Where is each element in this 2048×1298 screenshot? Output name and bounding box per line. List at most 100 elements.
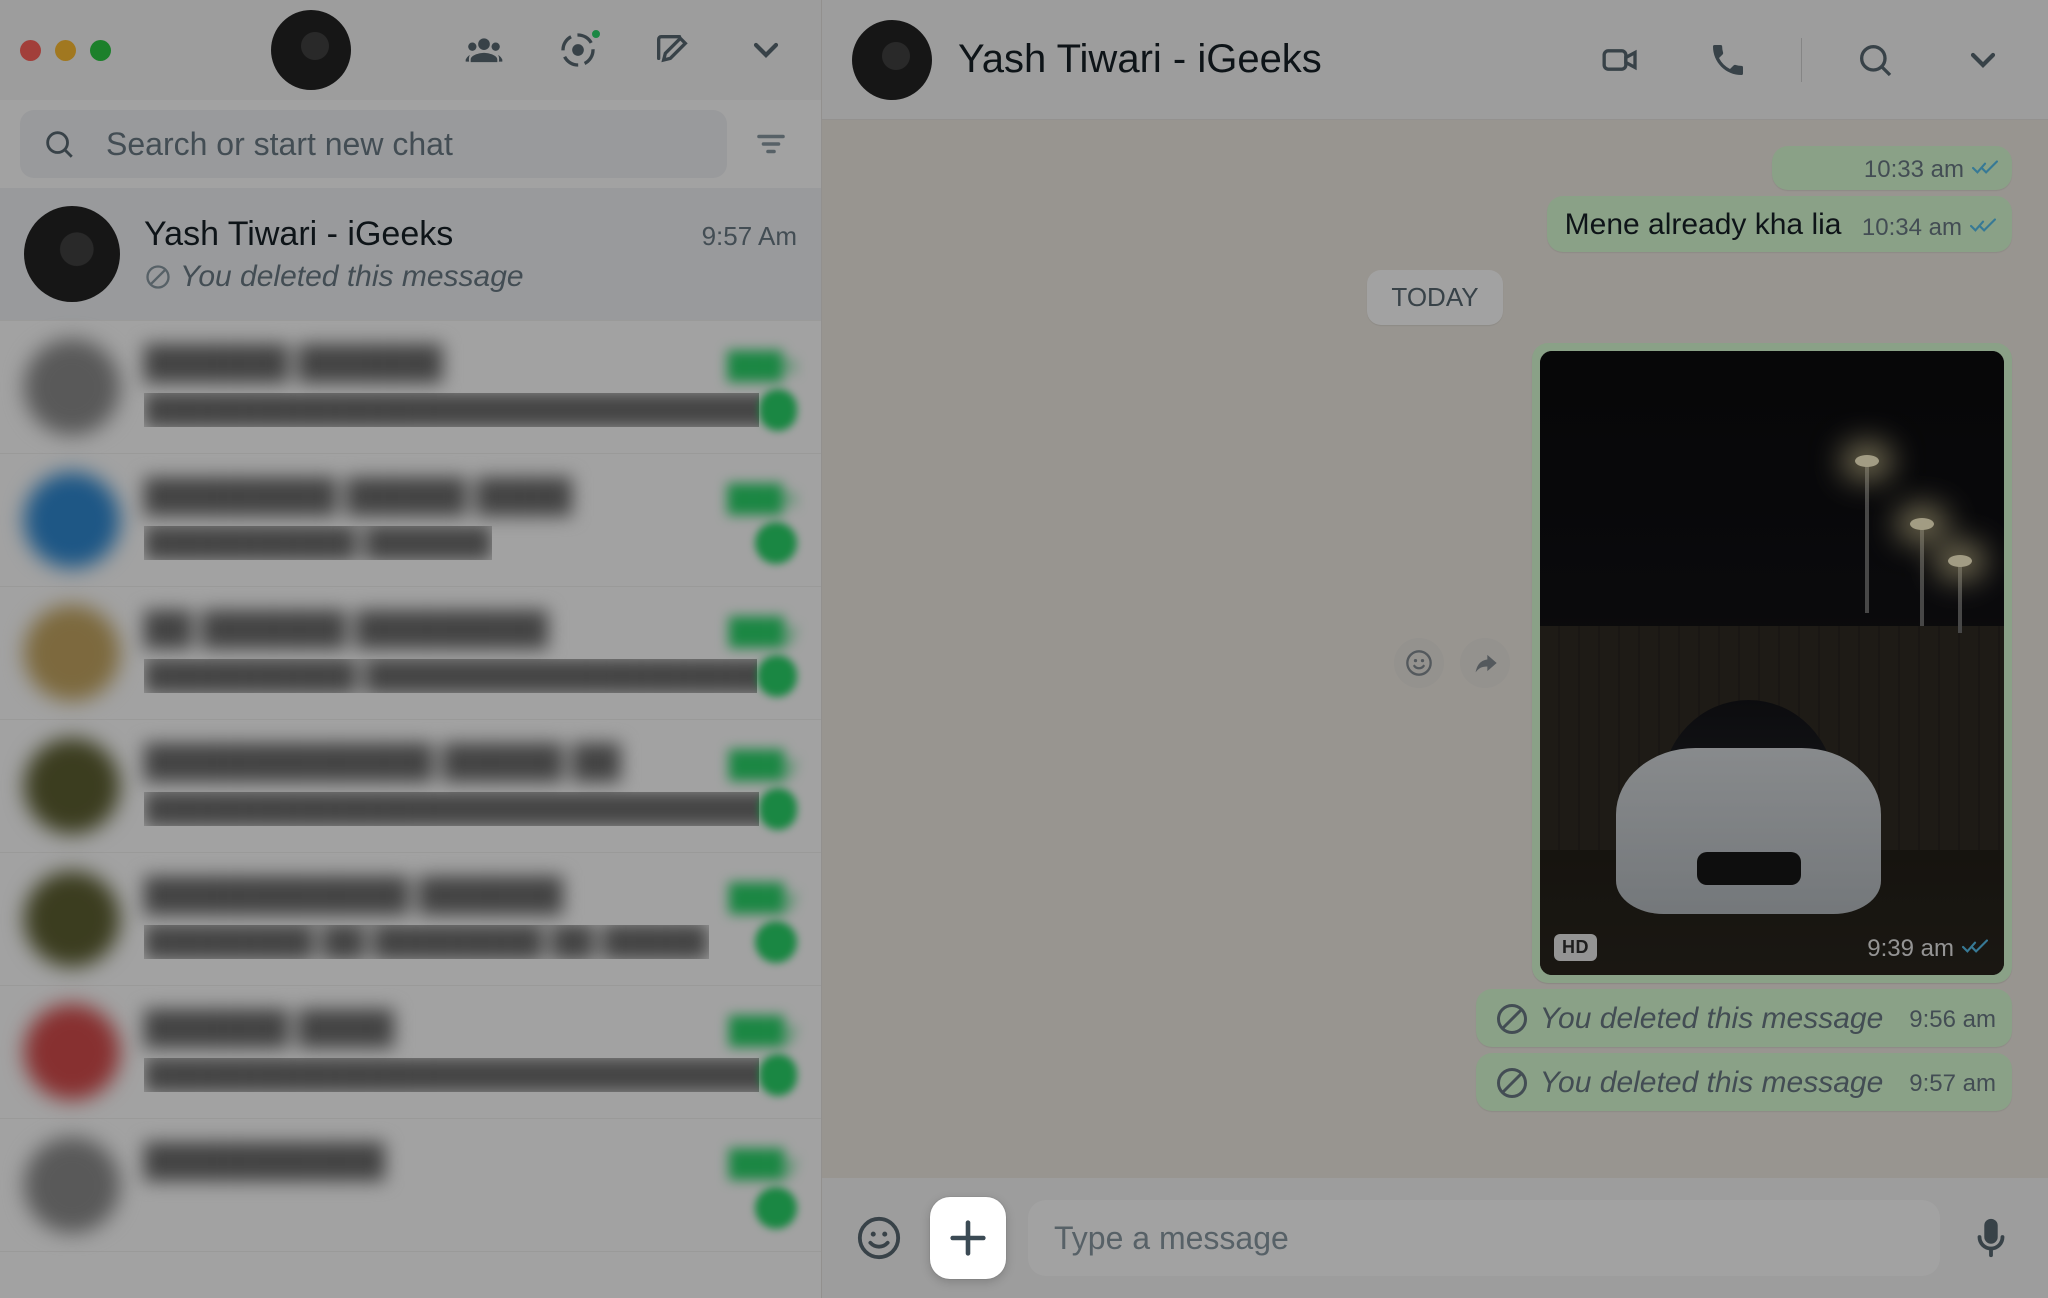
composer: Type a message: [822, 1178, 2048, 1298]
chat-list[interactable]: Yash Tiwari - iGeeks 9:57 Am You deleted…: [0, 188, 821, 1298]
mic-button[interactable]: [1962, 1209, 2020, 1267]
minimize-window[interactable]: [55, 40, 76, 61]
msg-time: 9:57 am: [1909, 1070, 1996, 1098]
chat-preview: ████████ ██ ████████ ██ █████: [144, 925, 709, 959]
image-meta: 9:39 am: [1867, 935, 1988, 963]
chat-title: ███████████ ██████: [144, 876, 563, 915]
chat-preview: ██████████ ████████████████████: [144, 659, 757, 693]
chat-title: ██████████: [144, 1142, 385, 1181]
chat-time: ███y: [729, 749, 797, 780]
conversation-title[interactable]: Yash Tiwari - iGeeks: [958, 37, 1322, 82]
close-window[interactable]: [20, 40, 41, 61]
forward-button[interactable]: [1460, 638, 1510, 688]
fullscreen-window[interactable]: [90, 40, 111, 61]
search-input[interactable]: Search or start new chat: [20, 110, 727, 178]
chat-row[interactable]: ████████ █████ ████ ███n ██████████ ████…: [0, 454, 821, 587]
chat-avatar: [24, 871, 120, 967]
read-ticks-icon: [1962, 935, 1988, 963]
chat-row[interactable]: ████████████ █████ ██ ███y █████████████…: [0, 720, 821, 853]
message-input[interactable]: Type a message: [1028, 1200, 1940, 1276]
filter-button[interactable]: [741, 114, 801, 174]
window-controls: [20, 40, 111, 61]
my-avatar[interactable]: [271, 10, 351, 90]
unread-badge: [759, 1054, 797, 1096]
voice-call-button[interactable]: [1693, 40, 1763, 80]
msg-deleted-2[interactable]: You deleted this message 9:57 am: [1476, 1053, 2012, 1111]
chat-preview: You deleted this message: [144, 260, 524, 294]
communities-icon[interactable]: [449, 30, 519, 70]
msg-text-1[interactable]: Mene already kha lia 10:34 am: [1547, 196, 2012, 252]
msg-time: 9:56 am: [1909, 1006, 1996, 1034]
chat-row[interactable]: ██████ ████ ███y ███████████████████████…: [0, 986, 821, 1119]
search-placeholder: Search or start new chat: [106, 126, 453, 163]
chat-row[interactable]: ██████████ ███y: [0, 1119, 821, 1252]
emoji-button[interactable]: [850, 1209, 908, 1267]
msg-text: Mene already kha lia: [1565, 208, 1842, 241]
chat-time: ███n: [727, 483, 797, 514]
unread-badge: [755, 921, 797, 963]
hd-badge: HD: [1554, 934, 1597, 961]
deleted-text: You deleted this message: [1540, 1002, 1884, 1036]
search-in-chat-button[interactable]: [1840, 40, 1910, 80]
chat-preview: ██████████ ██████: [144, 526, 492, 560]
chat-time: ███y: [729, 882, 797, 913]
conversation-header: Yash Tiwari - iGeeks: [822, 0, 2048, 120]
menu-chevron-icon[interactable]: [731, 30, 801, 70]
unread-badge: [759, 788, 797, 830]
chat-title: ██████ ████: [144, 1009, 394, 1048]
image-content[interactable]: HD 9:39 am: [1540, 351, 2004, 975]
chat-avatar: [24, 339, 120, 435]
prohibited-icon: [1494, 1065, 1530, 1101]
unread-badge: [755, 522, 797, 564]
search-row: Search or start new chat: [0, 100, 821, 188]
separator: [1801, 38, 1802, 82]
chat-row[interactable]: ██ ██████ ████████ ███y ██████████ █████…: [0, 587, 821, 720]
filter-icon: [753, 126, 789, 162]
react-button[interactable]: [1394, 638, 1444, 688]
msg-image[interactable]: HD 9:39 am: [1532, 343, 2012, 983]
conversation-actions: [1585, 38, 2018, 82]
chat-title: Yash Tiwari - iGeeks: [144, 215, 453, 254]
date-separator: TODAY: [1367, 270, 1502, 325]
chat-avatar: [24, 206, 120, 302]
msg-time: 9:39 am: [1867, 935, 1954, 963]
chat-row[interactable]: Yash Tiwari - iGeeks 9:57 Am You deleted…: [0, 188, 821, 321]
chat-time: ███n: [727, 350, 797, 381]
chat-title: ████████ █████ ████: [144, 477, 572, 516]
chat-avatar: [24, 1004, 120, 1100]
sidebar-header: [0, 0, 821, 100]
search-icon: [42, 127, 76, 161]
conversation-menu-button[interactable]: [1948, 40, 2018, 80]
new-chat-icon[interactable]: [637, 30, 707, 70]
contact-avatar[interactable]: [852, 20, 932, 100]
status-new-dot: [589, 27, 603, 41]
chat-avatar: [24, 738, 120, 834]
messages-scroll[interactable]: 10:33 am Mene already kha lia 10:34 am T…: [822, 120, 2048, 1178]
chat-avatar: [24, 605, 120, 701]
status-icon[interactable]: [543, 30, 613, 70]
unread-badge: [755, 1187, 797, 1229]
sidebar: Search or start new chat Yash Tiwari - i…: [0, 0, 822, 1298]
prohibited-icon: [1494, 1001, 1530, 1037]
prohibited-icon: [144, 263, 172, 291]
chat-time: ███y: [729, 1015, 797, 1046]
chat-preview: ████████████████████████████████: [144, 393, 759, 427]
chat-row[interactable]: ██████ ██████ ███n █████████████████████…: [0, 321, 821, 454]
chat-title: ████████████ █████ ██: [144, 743, 621, 782]
msg-prev-partial[interactable]: 10:33 am: [1772, 146, 2012, 190]
chat-time: ███y: [729, 616, 797, 647]
deleted-text: You deleted this message: [1540, 1066, 1884, 1100]
conversation-pane: Yash Tiwari - iGeeks 10:33 am: [822, 0, 2048, 1298]
chat-preview: ████████████████████████████████: [144, 792, 759, 826]
read-ticks-icon: [1972, 156, 1998, 184]
chat-row[interactable]: ███████████ ██████ ███y ████████ ██ ████…: [0, 853, 821, 986]
attach-button[interactable]: [930, 1197, 1006, 1279]
chat-title: ██ ██████ ████████: [144, 610, 548, 649]
video-call-button[interactable]: [1585, 40, 1655, 80]
message-placeholder: Type a message: [1054, 1220, 1289, 1257]
chat-avatar: [24, 472, 120, 568]
msg-deleted-1[interactable]: You deleted this message 9:56 am: [1476, 989, 2012, 1047]
plus-icon: [945, 1215, 991, 1261]
chat-time: ███y: [729, 1148, 797, 1179]
chat-avatar: [24, 1137, 120, 1233]
